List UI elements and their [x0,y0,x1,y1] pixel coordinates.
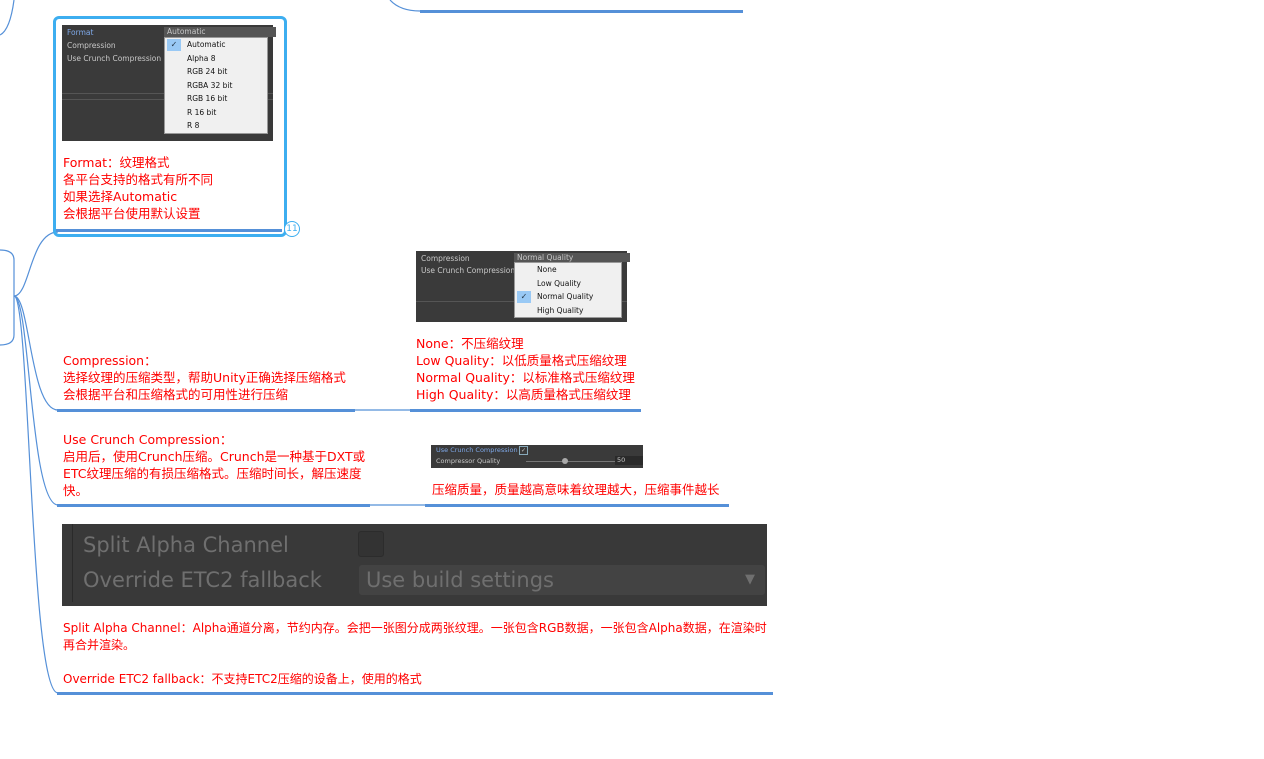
crunch-checkbox[interactable]: ✓ [519,446,528,455]
menu-item[interactable]: R 8 [165,119,267,133]
format-screenshot: Format Compression Use Crunch Compressio… [62,25,276,141]
format-dropdown[interactable]: Automatic [164,27,276,37]
menu-item[interactable]: RGBA 32 bit [165,79,267,93]
menu-item[interactable]: ✓ Automatic [165,38,267,52]
menu-item[interactable]: RGB 16 bit [165,92,267,106]
crunch-label: Use Crunch Compression [436,446,518,454]
menu-item[interactable]: ✓ Normal Quality [515,290,621,304]
split-underline [57,692,773,695]
quality-input[interactable]: 50 [615,456,643,465]
menu-item[interactable]: Low Quality [515,277,621,291]
compression-text: Compression： 选择纹理的压缩类型，帮助Unity正确选择压缩格式 会… [63,353,346,402]
split-checkbox[interactable] [358,531,384,557]
split-label: Split Alpha Channel [83,533,289,557]
crunch-text: Use Crunch Compression： 启用后，使用Crunch压缩。C… [63,432,366,498]
quality-label: Compressor Quality [436,457,501,465]
crunch-label: Use Crunch Compression [67,54,162,63]
compression-screenshot: Compression Use Crunch Compression Norma… [416,251,630,322]
crunch-child-text: 压缩质量，质量越高意味着纹理越大，压缩事件越长 [432,482,720,497]
quality-slider[interactable] [526,461,618,462]
format-underline [56,229,282,232]
compression-child-underline [410,409,641,412]
override-dropdown[interactable]: Use build settings ▼ [359,565,765,595]
crunch-underline [57,504,370,507]
compression-label: Compression [67,41,116,50]
crunch-screenshot: Use Crunch Compression ✓ Compressor Qual… [431,445,643,468]
crunch-label: Use Crunch Compression [421,266,516,275]
format-label: Format [67,28,94,37]
badge-count[interactable]: 11 [284,221,300,237]
menu-item[interactable]: None [515,263,621,277]
compression-child-text: None：不压缩纹理 Low Quality：以低质量格式压缩纹理 Normal… [416,336,635,402]
check-icon: ✓ [167,39,181,51]
check-icon: ✓ [517,291,531,303]
menu-item[interactable]: High Quality [515,304,621,318]
slider-handle[interactable] [562,458,568,464]
compression-underline [57,409,355,412]
format-text: Format：纹理格式 各平台支持的格式有所不同 如果选择Automatic 会… [63,155,214,221]
menu-item[interactable]: RGB 24 bit [165,65,267,79]
override-value: Use build settings [366,568,554,592]
compression-options-menu[interactable]: None Low Quality ✓ Normal Quality High Qu… [514,262,622,318]
menu-item[interactable]: Alpha 8 [165,52,267,66]
crunch-child-underline [425,504,729,507]
chevron-down-icon: ▼ [745,572,755,587]
top-node-underline [420,10,743,13]
split-text: Split Alpha Channel：Alpha通道分离，节约内存。会把一张图… [63,621,767,686]
override-label: Override ETC2 fallback [83,568,322,592]
menu-item[interactable]: R 16 bit [165,106,267,120]
format-options-menu[interactable]: ✓ Automatic Alpha 8 RGB 24 bit RGBA 32 bi… [164,37,268,134]
compression-label: Compression [421,254,470,263]
split-screenshot: Split Alpha Channel Override ETC2 fallba… [62,524,767,606]
compression-dropdown[interactable]: Normal Quality [514,253,630,262]
